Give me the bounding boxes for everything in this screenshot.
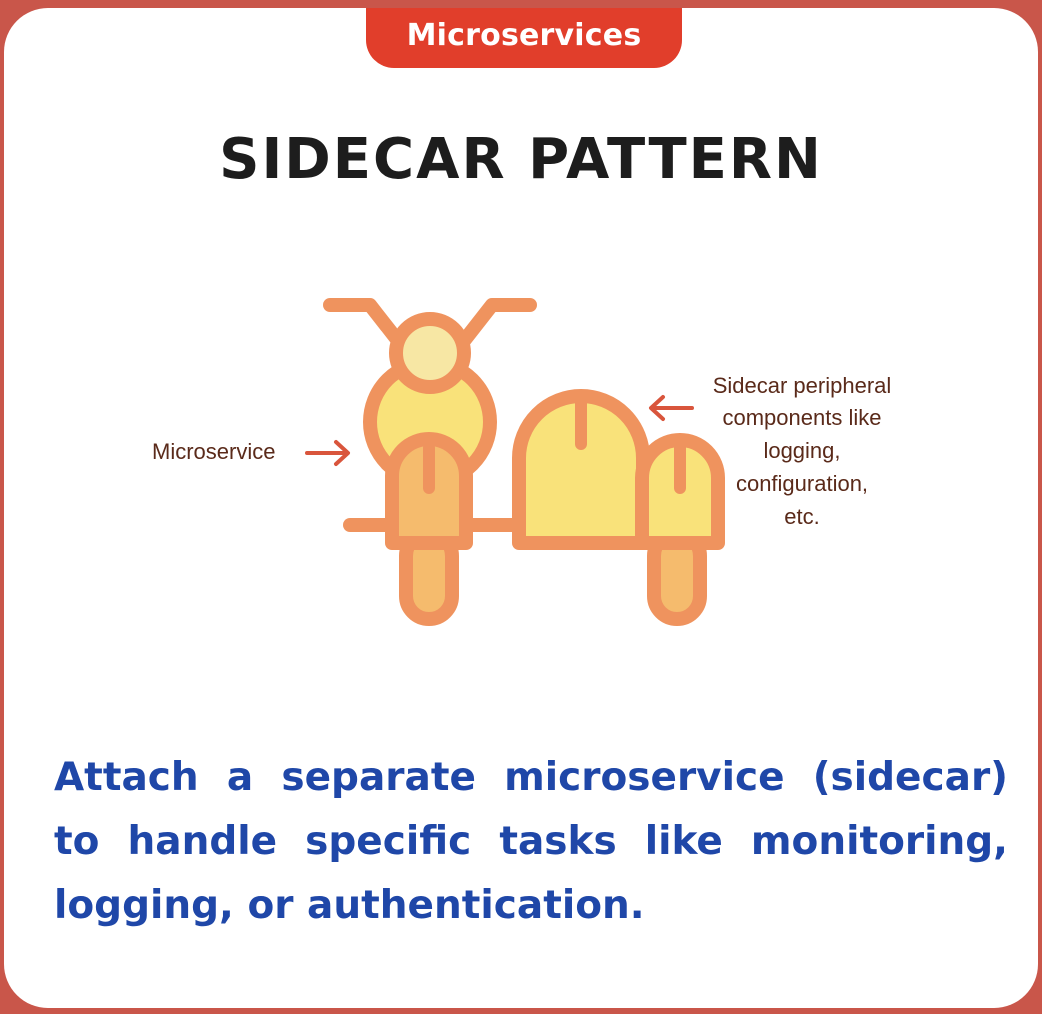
sidecar-label-line: configuration, — [736, 471, 868, 496]
sidecar-label-line: components like — [723, 405, 882, 430]
sidecar-label-line: logging, — [763, 438, 840, 463]
sidecar-label-line: etc. — [784, 504, 819, 529]
rider-head-icon — [389, 312, 471, 394]
sidecar-arrow-icon — [649, 395, 694, 421]
card: Microservices SIDECAR PATTERN Microservi… — [4, 8, 1038, 1008]
motorcycle-sidecar-illustration — [323, 298, 725, 626]
sidecar-label: Sidecar peripheral components like loggi… — [713, 373, 892, 529]
microservice-arrow-icon — [305, 440, 350, 466]
sidecar-label-line: Sidecar peripheral — [713, 373, 892, 398]
description-text: Attach a separate microservice (sidecar)… — [54, 755, 1008, 928]
microservice-label: Microservice — [152, 439, 275, 464]
